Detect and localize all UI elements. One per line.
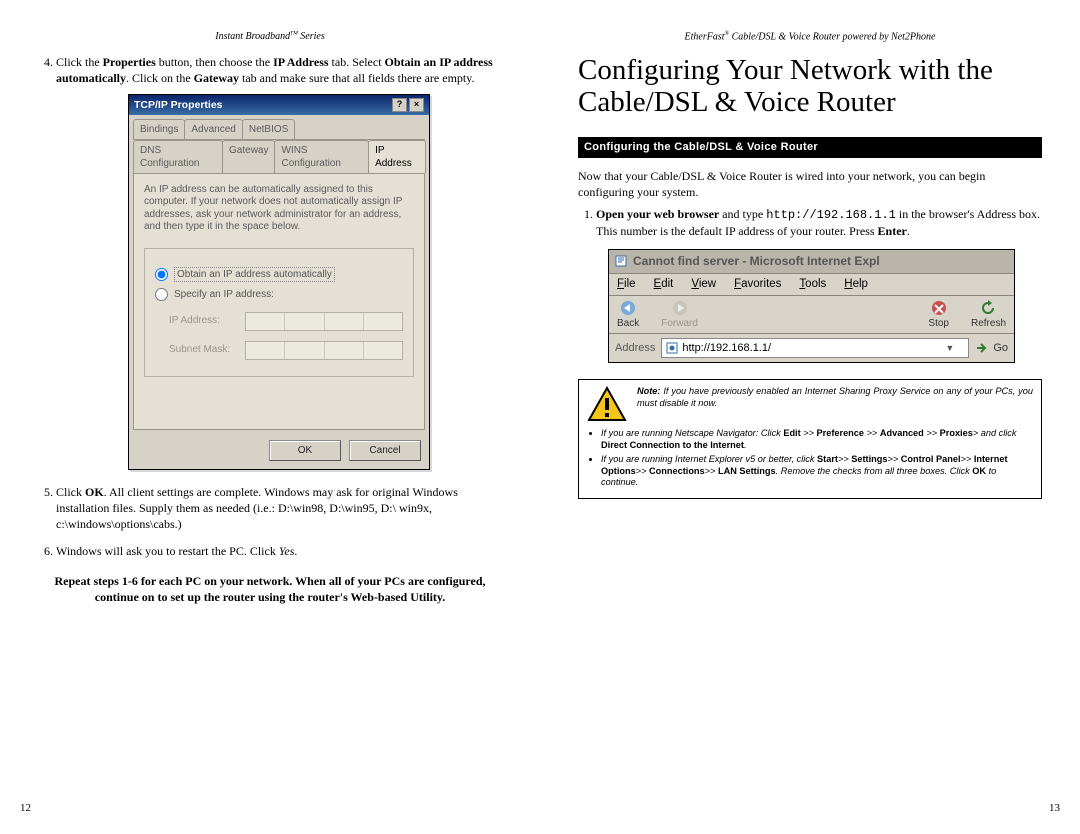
page-number-right: 13 bbox=[1049, 801, 1060, 816]
browser-title: Cannot find server - Microsoft Internet … bbox=[633, 253, 880, 269]
title-bar-buttons: ? × bbox=[392, 98, 424, 112]
warning-icon bbox=[587, 386, 627, 422]
page-left: Instant BroadbandTM Series Click the Pro… bbox=[0, 0, 540, 834]
note-netscape: If you are running Netscape Navigator: C… bbox=[601, 428, 1033, 451]
step-6: Windows will ask you to restart the PC. … bbox=[56, 543, 502, 559]
back-button[interactable]: Back bbox=[617, 300, 639, 331]
radio-specify-label: Specify an IP address: bbox=[174, 288, 274, 302]
browser-menu: File Edit View Favorites Tools Help bbox=[609, 274, 1014, 297]
menu-view[interactable]: View bbox=[691, 277, 716, 293]
note-label: Note: bbox=[637, 386, 660, 396]
right-steps: Open your web browser and type http://19… bbox=[578, 206, 1042, 239]
ip-desc: An IP address can be automatically assig… bbox=[144, 184, 414, 234]
menu-tools[interactable]: Tools bbox=[799, 277, 826, 293]
refresh-button[interactable]: Refresh bbox=[971, 300, 1006, 331]
menu-help[interactable]: Help bbox=[844, 277, 868, 293]
tab-gateway[interactable]: Gateway bbox=[222, 140, 275, 173]
ip-input[interactable] bbox=[245, 312, 403, 331]
steps-4-6: Click the Properties button, then choose… bbox=[38, 54, 502, 559]
running-head-pre: Instant Broadband bbox=[215, 31, 290, 42]
browser-toolbar: Back Forward Stop Refresh bbox=[609, 296, 1014, 334]
tcpip-dialog: TCP/IP Properties ? × Bindings Advanced … bbox=[128, 94, 430, 470]
menu-edit[interactable]: Edit bbox=[654, 277, 674, 293]
dialog-buttons: OK Cancel bbox=[129, 434, 429, 470]
page-right: EtherFast® Cable/DSL & Voice Router powe… bbox=[540, 0, 1080, 834]
right-step-1: Open your web browser and type http://19… bbox=[596, 206, 1042, 239]
radio-auto-label: Obtain an IP address automatically bbox=[174, 267, 335, 283]
radio-auto[interactable]: Obtain an IP address automatically bbox=[155, 267, 403, 283]
main-heading: Configuring Your Network with the Cable/… bbox=[578, 54, 1042, 119]
radio-specify-input[interactable] bbox=[155, 288, 168, 301]
address-bar-row: Address http://192.168.1.1/ ▼ Go bbox=[609, 334, 1014, 363]
radio-auto-input[interactable] bbox=[155, 268, 168, 281]
subnet-row: Subnet Mask: bbox=[169, 341, 403, 360]
forward-button[interactable]: Forward bbox=[661, 300, 698, 331]
two-page-spread: Instant BroadbandTM Series Click the Pro… bbox=[0, 0, 1080, 834]
default-url: http://192.168.1.1 bbox=[766, 208, 896, 222]
address-input[interactable]: http://192.168.1.1/ ▼ bbox=[661, 338, 969, 359]
menu-file[interactable]: File bbox=[617, 277, 636, 293]
stop-button[interactable]: Stop bbox=[928, 300, 949, 331]
trademark-tm: TM bbox=[290, 31, 298, 37]
tab-wins[interactable]: WINS Configuration bbox=[274, 140, 369, 173]
radio-specify[interactable]: Specify an IP address: bbox=[155, 288, 403, 302]
browser-title-bar: Cannot find server - Microsoft Internet … bbox=[609, 250, 1014, 273]
tabs-row-2: DNS Configuration Gateway WINS Configura… bbox=[133, 140, 425, 174]
dialog-title-bar: TCP/IP Properties ? × bbox=[129, 95, 429, 115]
note-box: Note: If you have previously enabled an … bbox=[578, 379, 1042, 499]
intro-text: Now that your Cable/DSL & Voice Router i… bbox=[578, 168, 1042, 200]
ip-label: IP Address: bbox=[169, 314, 237, 328]
ok-button[interactable]: OK bbox=[269, 440, 341, 462]
repeat-note: Repeat steps 1-6 for each PC on your net… bbox=[48, 573, 492, 605]
address-label: Address bbox=[615, 341, 655, 356]
dialog-title: TCP/IP Properties bbox=[134, 98, 223, 112]
section-bar: Configuring the Cable/DSL & Voice Router bbox=[578, 137, 1042, 158]
help-icon[interactable]: ? bbox=[392, 98, 407, 112]
chevron-down-icon[interactable]: ▼ bbox=[945, 342, 954, 354]
ip-address-row: IP Address: bbox=[169, 312, 403, 331]
menu-favorites[interactable]: Favorites bbox=[734, 277, 781, 293]
radio-group: Obtain an IP address automatically Speci… bbox=[144, 248, 414, 377]
page-number-left: 12 bbox=[20, 801, 31, 816]
running-head-left: Instant BroadbandTM Series bbox=[38, 30, 502, 44]
cancel-button[interactable]: Cancel bbox=[349, 440, 421, 462]
tab-dns[interactable]: DNS Configuration bbox=[133, 140, 223, 173]
running-head-post: Series bbox=[298, 31, 325, 42]
step-5: Click OK. All client settings are comple… bbox=[56, 484, 502, 533]
tab-netbios[interactable]: NetBIOS bbox=[242, 119, 295, 139]
note-top: Note: If you have previously enabled an … bbox=[587, 386, 1033, 422]
tab-content: An IP address can be automatically assig… bbox=[133, 174, 425, 430]
tab-advanced[interactable]: Advanced bbox=[184, 119, 242, 139]
close-icon[interactable]: × bbox=[409, 98, 424, 112]
note-ie: If you are running Internet Explorer v5 … bbox=[601, 454, 1033, 489]
subnet-input[interactable] bbox=[245, 341, 403, 360]
running-head-right: EtherFast® Cable/DSL & Voice Router powe… bbox=[578, 30, 1042, 44]
tab-ip-address[interactable]: IP Address bbox=[368, 140, 426, 173]
url-page-icon bbox=[666, 342, 678, 354]
go-button[interactable]: Go bbox=[975, 341, 1008, 356]
browser-screenshot: Cannot find server - Microsoft Internet … bbox=[608, 249, 1015, 363]
tabs-row-1: Bindings Advanced NetBIOS bbox=[133, 119, 425, 140]
url-text: http://192.168.1.1/ bbox=[682, 341, 771, 356]
note-list: If you are running Netscape Navigator: C… bbox=[601, 428, 1033, 489]
step-4: Click the Properties button, then choose… bbox=[56, 54, 502, 471]
ie-page-icon bbox=[615, 255, 627, 267]
subnet-label: Subnet Mask: bbox=[169, 343, 237, 357]
tab-bindings[interactable]: Bindings bbox=[133, 119, 185, 139]
